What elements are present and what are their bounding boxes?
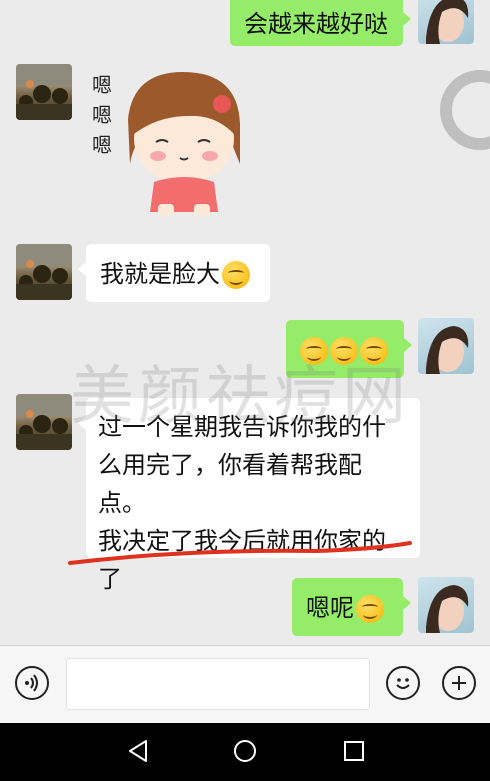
message-line: 么用完了，你看着帮我配点。 xyxy=(98,451,362,517)
voice-icon[interactable] xyxy=(15,666,49,700)
back-icon[interactable] xyxy=(126,738,150,764)
plus-icon[interactable] xyxy=(442,666,476,700)
message-text: 嗯呢 xyxy=(306,594,354,622)
watermark-text: 美颜祛痘网 xyxy=(70,360,410,434)
message-input[interactable] xyxy=(66,658,370,710)
message-bubble-incoming[interactable]: 我就是脸大 xyxy=(78,244,270,302)
contact-avatar[interactable] xyxy=(16,244,72,300)
home-icon[interactable] xyxy=(232,738,258,764)
sticker-message[interactable]: 嗯 嗯 嗯 xyxy=(88,64,258,224)
message-bubble-outgoing[interactable]: 会越来越好哒 xyxy=(230,0,411,46)
smile-emoji-icon xyxy=(356,595,384,623)
message-text: 我就是脸大 xyxy=(100,260,220,288)
system-nav-bar xyxy=(0,723,490,781)
red-underline-annotation xyxy=(68,541,412,565)
emoji-icon[interactable] xyxy=(386,666,420,700)
my-avatar[interactable] xyxy=(418,577,474,633)
sticker-girl-image xyxy=(128,72,240,216)
my-avatar[interactable] xyxy=(418,318,474,374)
recents-icon[interactable] xyxy=(342,738,366,764)
input-bar xyxy=(0,645,490,723)
floating-ring-overlay xyxy=(440,70,490,150)
chat-area[interactable]: 会越来越好哒 嗯 嗯 嗯 我就是脸大 过一个星期我告诉你我的什 么用完了，你看着… xyxy=(0,0,490,645)
my-avatar[interactable] xyxy=(418,0,474,44)
message-bubble-outgoing[interactable]: 嗯呢 xyxy=(292,578,411,636)
contact-avatar[interactable] xyxy=(16,64,72,120)
thinking-emoji-icon xyxy=(222,261,250,289)
message-text: 会越来越好哒 xyxy=(244,10,388,38)
contact-avatar[interactable] xyxy=(16,394,72,450)
